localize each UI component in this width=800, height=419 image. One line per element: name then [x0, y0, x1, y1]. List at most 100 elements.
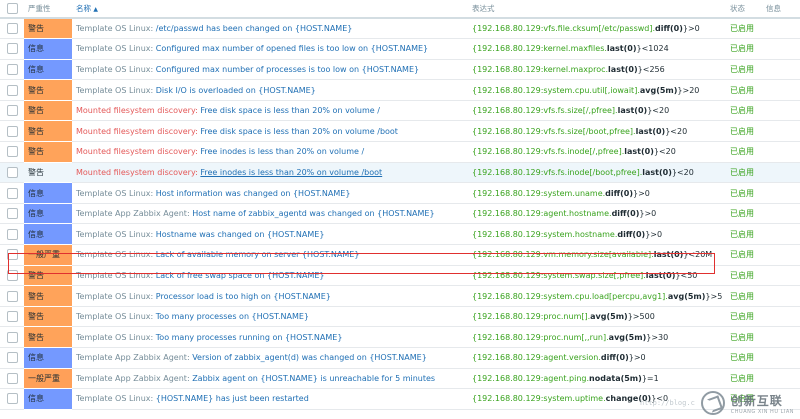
row-checkbox[interactable]	[0, 285, 24, 307]
row-checkbox[interactable]	[0, 162, 24, 184]
template-link[interactable]: Template OS Linux:	[76, 189, 153, 198]
row-checkbox[interactable]	[0, 244, 24, 266]
expression-item-link[interactable]: {192.168.80.129:system.swap.size[,pfree]…	[472, 271, 646, 280]
trigger-name-link[interactable]: {HOST.NAME} has just been restarted	[156, 394, 309, 403]
expression-item-link[interactable]: {192.168.80.129:agent.hostname.	[472, 209, 612, 218]
template-link[interactable]: Template OS Linux:	[76, 312, 153, 321]
expression-item-link[interactable]: {192.168.80.129:agent.ping.	[472, 374, 589, 383]
status-toggle[interactable]: 已启用	[730, 182, 766, 204]
status-toggle[interactable]: 已启用	[730, 306, 766, 328]
status-toggle[interactable]: 已启用	[730, 141, 766, 163]
expression-item-link[interactable]: {192.168.80.129:agent.version.	[472, 353, 601, 362]
status-toggle[interactable]: 已启用	[730, 59, 766, 81]
expression-item-link[interactable]: {192.168.80.129:vm.memory.size[available…	[472, 250, 654, 259]
row-checkbox[interactable]	[0, 100, 24, 122]
severity-cell: 信息	[24, 347, 72, 369]
template-link[interactable]: Template OS Linux:	[76, 333, 153, 342]
template-link[interactable]: Template OS Linux:	[76, 292, 153, 301]
trigger-name-link[interactable]: Too many processes on {HOST.NAME}	[156, 312, 309, 321]
info-cell	[766, 162, 800, 184]
trigger-name-link[interactable]: Configured max number of opened files is…	[156, 44, 428, 53]
row-checkbox[interactable]	[0, 141, 24, 163]
status-toggle[interactable]: 已启用	[730, 326, 766, 348]
column-severity[interactable]: 严重性	[24, 0, 72, 19]
trigger-name-link[interactable]: Too many processes running on {HOST.NAME…	[156, 333, 343, 342]
row-checkbox[interactable]	[0, 368, 24, 390]
trigger-name-link[interactable]: Hostname was changed on {HOST.NAME}	[156, 230, 325, 239]
row-checkbox[interactable]	[0, 203, 24, 225]
status-toggle[interactable]: 已启用	[730, 18, 766, 40]
expression-item-link[interactable]: {192.168.80.129:proc.num[,,run].	[472, 333, 609, 342]
expression-item-link[interactable]: {192.168.80.129:vfs.fs.size[/,pfree].	[472, 106, 618, 115]
trigger-name-link[interactable]: Free disk space is less than 20% on volu…	[200, 127, 398, 136]
trigger-name-link[interactable]: Version of zabbix_agent(d) was changed o…	[192, 353, 427, 362]
template-link[interactable]: Template OS Linux:	[76, 394, 153, 403]
column-name[interactable]: 名称 ▲	[72, 0, 468, 19]
expression-item-link[interactable]: {192.168.80.129:proc.num[].	[472, 312, 590, 321]
expression-item-link[interactable]: {192.168.80.129:kernel.maxproc.	[472, 65, 608, 74]
expression-item-link[interactable]: {192.168.80.129:vfs.fs.inode[/,pfree].	[472, 147, 624, 156]
status-toggle[interactable]: 已启用	[730, 38, 766, 60]
row-checkbox[interactable]	[0, 347, 24, 369]
expression-item-link[interactable]: {192.168.80.129:system.uptime.	[472, 394, 606, 403]
template-link[interactable]: Template App Zabbix Agent:	[76, 209, 190, 218]
status-toggle[interactable]: 已启用	[730, 100, 766, 122]
row-checkbox[interactable]	[0, 18, 24, 40]
template-link[interactable]: Template App Zabbix Agent:	[76, 374, 190, 383]
row-checkbox[interactable]	[0, 182, 24, 204]
status-toggle[interactable]: 已启用	[730, 79, 766, 101]
template-link[interactable]: Mounted filesystem discovery:	[76, 127, 198, 136]
template-link[interactable]: Template OS Linux:	[76, 271, 153, 280]
row-checkbox[interactable]	[0, 326, 24, 348]
expression-item-link[interactable]: {192.168.80.129:system.cpu.load[percpu,a…	[472, 292, 668, 301]
status-toggle[interactable]: 已启用	[730, 347, 766, 369]
trigger-name-link[interactable]: Processor load is too high on {HOST.NAME…	[156, 292, 331, 301]
expression-item-link[interactable]: {192.168.80.129:system.hostname.	[472, 230, 617, 239]
trigger-name-link[interactable]: Zabbix agent on {HOST.NAME} is unreachab…	[192, 374, 435, 383]
template-link[interactable]: Template OS Linux:	[76, 230, 153, 239]
expression-item-link[interactable]: {192.168.80.129:vfs.fs.inode[/boot,pfree…	[472, 168, 642, 177]
template-link[interactable]: Mounted filesystem discovery:	[76, 147, 198, 156]
row-checkbox[interactable]	[0, 120, 24, 143]
expression-item-link[interactable]: {192.168.80.129:vfs.fs.size[/boot,pfree]…	[472, 127, 636, 136]
template-link[interactable]: Template App Zabbix Agent:	[76, 353, 190, 362]
row-checkbox[interactable]	[0, 59, 24, 81]
template-link[interactable]: Mounted filesystem discovery:	[76, 168, 198, 177]
template-link[interactable]: Template OS Linux:	[76, 24, 153, 33]
row-checkbox[interactable]	[0, 388, 24, 410]
trigger-name-link[interactable]: Lack of available memory on server {HOST…	[156, 250, 360, 259]
column-status[interactable]: 状态	[730, 0, 766, 19]
row-checkbox[interactable]	[0, 223, 24, 246]
status-toggle[interactable]: 已启用	[730, 285, 766, 307]
trigger-name-link[interactable]: Host name of zabbix_agentd was changed o…	[192, 209, 434, 218]
trigger-name-link[interactable]: Free inodes is less than 20% on volume /	[200, 147, 364, 156]
status-toggle[interactable]: 已启用	[730, 223, 766, 246]
trigger-name-link[interactable]: /etc/passwd has been changed on {HOST.NA…	[156, 24, 353, 33]
trigger-name-link[interactable]: Lack of free swap space on {HOST.NAME}	[156, 271, 325, 280]
trigger-name-link[interactable]: Free disk space is less than 20% on volu…	[200, 106, 380, 115]
expression-item-link[interactable]: {192.168.80.129:kernel.maxfiles.	[472, 44, 607, 53]
status-toggle[interactable]: 已启用	[730, 368, 766, 390]
expression-item-link[interactable]: {192.168.80.129:vfs.file.cksum[/etc/pass…	[472, 24, 655, 33]
trigger-name-link[interactable]: Disk I/O is overloaded on {HOST.NAME}	[156, 86, 316, 95]
status-toggle[interactable]: 已启用	[730, 120, 766, 143]
status-toggle[interactable]: 已启用	[730, 162, 766, 184]
row-checkbox[interactable]	[0, 38, 24, 60]
expression-item-link[interactable]: {192.168.80.129:system.cpu.util[,iowait]…	[472, 86, 640, 95]
status-toggle[interactable]: 已启用	[730, 265, 766, 287]
template-link[interactable]: Template OS Linux:	[76, 86, 153, 95]
trigger-name-link[interactable]: Free inodes is less than 20% on volume /…	[200, 168, 382, 177]
row-checkbox[interactable]	[0, 265, 24, 287]
row-checkbox[interactable]	[0, 79, 24, 101]
expression-item-link[interactable]: {192.168.80.129:system.uname.	[472, 189, 605, 198]
row-checkbox[interactable]	[0, 306, 24, 328]
select-all-checkbox[interactable]	[0, 0, 24, 19]
trigger-name-link[interactable]: Host information was changed on {HOST.NA…	[156, 189, 351, 198]
template-link[interactable]: Template OS Linux:	[76, 250, 153, 259]
status-toggle[interactable]: 已启用	[730, 244, 766, 266]
trigger-name-link[interactable]: Configured max number of processes is to…	[156, 65, 419, 74]
status-toggle[interactable]: 已启用	[730, 203, 766, 225]
template-link[interactable]: Template OS Linux:	[76, 65, 153, 74]
template-link[interactable]: Template OS Linux:	[76, 44, 153, 53]
template-link[interactable]: Mounted filesystem discovery:	[76, 106, 198, 115]
